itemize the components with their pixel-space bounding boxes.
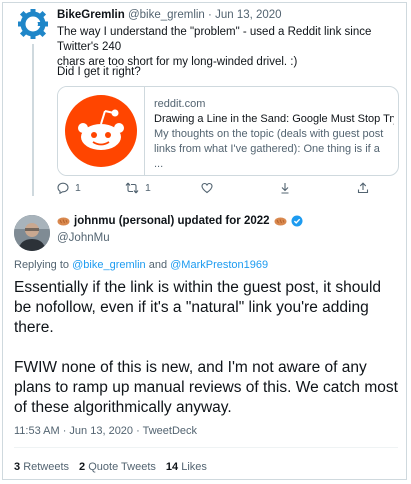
author-name-row: johnmu (personal) updated for 2022 bbox=[57, 215, 303, 227]
header-separator: · bbox=[208, 9, 212, 21]
likes-label: Likes bbox=[181, 461, 207, 473]
like-button[interactable] bbox=[201, 182, 213, 194]
link-card[interactable]: reddit.com Drawing a Line in the Sand: G… bbox=[57, 86, 399, 176]
retweet-count: 1 bbox=[145, 182, 151, 194]
link-card-thumbnail bbox=[58, 87, 145, 175]
download-icon bbox=[281, 183, 289, 194]
link-card-body: reddit.com Drawing a Line in the Sand: G… bbox=[154, 97, 394, 172]
reply-button[interactable]: 1 bbox=[57, 182, 81, 194]
author-handle[interactable]: @bike_gremlin bbox=[128, 9, 205, 21]
retweet-icon bbox=[125, 182, 139, 194]
reddit-logo-icon bbox=[65, 95, 137, 167]
thread-connector-line bbox=[32, 44, 34, 196]
author-handle[interactable]: @JohnMu bbox=[57, 232, 110, 244]
gear-logo-icon[interactable] bbox=[18, 9, 48, 39]
link-card-domain: reddit.com bbox=[154, 98, 206, 110]
quotes-stat[interactable]: 2 Quote Tweets bbox=[79, 461, 156, 473]
retweets-count: 3 bbox=[14, 461, 21, 473]
bread-emoji-icon bbox=[57, 217, 70, 225]
author-name[interactable]: BikeGremlin bbox=[57, 9, 125, 21]
bread-emoji-icon bbox=[274, 217, 287, 225]
divider bbox=[14, 447, 398, 448]
replying-to-prefix: Replying to bbox=[14, 259, 70, 271]
tweet1-text-line: The way I understand the "problem" - use… bbox=[57, 26, 372, 53]
tweet-date[interactable]: Jun 13, 2020 bbox=[215, 9, 282, 21]
reply-count: 1 bbox=[75, 182, 81, 194]
retweet-button[interactable]: 1 bbox=[125, 182, 151, 194]
link-card-title: Drawing a Line in the Sand: Google Must … bbox=[154, 113, 394, 125]
tweet2-paragraph: Essentially if the link is within the gu… bbox=[14, 279, 382, 336]
reply-mention-link[interactable]: @bike_gremlin bbox=[72, 259, 146, 271]
likes-count: 14 bbox=[165, 461, 179, 473]
share-button[interactable] bbox=[357, 182, 369, 194]
likes-stat[interactable]: 14 Likes bbox=[166, 461, 207, 473]
tweet1-header: BikeGremlin @bike_gremlin · Jun 13, 2020 bbox=[57, 9, 282, 21]
tweet2-text: Essentially if the link is within the gu… bbox=[14, 278, 399, 418]
avatar[interactable] bbox=[14, 215, 50, 251]
tweet1-question: Did I get it right? bbox=[57, 66, 141, 78]
retweets-stat[interactable]: 3 Retweets bbox=[14, 461, 69, 473]
quotes-count: 2 bbox=[79, 461, 86, 473]
quotes-label: Quote Tweets bbox=[88, 461, 156, 473]
download-button[interactable] bbox=[279, 182, 291, 194]
tweet1-text: The way I understand the "problem" - use… bbox=[57, 25, 402, 70]
reply-icon bbox=[57, 182, 69, 194]
link-card-description: My thoughts on the topic (deals with gue… bbox=[154, 128, 384, 170]
replying-to-and: and bbox=[148, 259, 168, 271]
retweets-label: Retweets bbox=[23, 461, 70, 473]
share-icon bbox=[357, 182, 369, 194]
tweet-stats: 3 Retweets 2 Quote Tweets 14 Likes bbox=[14, 461, 207, 473]
verified-badge-icon[interactable] bbox=[291, 215, 303, 227]
tweet1-actions: 1 1 bbox=[57, 182, 397, 202]
avatar-photo bbox=[14, 215, 50, 251]
heart-icon bbox=[201, 182, 213, 194]
replying-to: Replying to @bike_gremlin and @MarkPrest… bbox=[14, 259, 268, 271]
reply-mention-link[interactable]: @MarkPreston1969 bbox=[170, 259, 268, 271]
tweet-timestamp[interactable]: 11:53 AM · Jun 13, 2020 · TweetDeck bbox=[14, 425, 197, 437]
author-name[interactable]: johnmu (personal) updated for 2022 bbox=[74, 215, 270, 227]
tweet2-paragraph: FWIW none of this is new, and I'm not aw… bbox=[14, 359, 398, 416]
